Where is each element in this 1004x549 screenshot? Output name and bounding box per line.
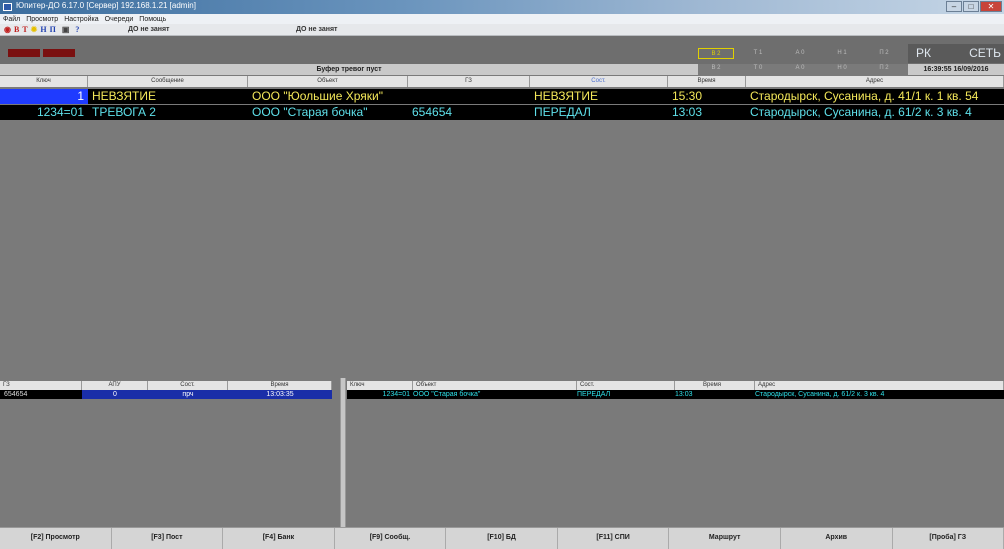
f10-db-button[interactable]: [F10] БД [446, 528, 558, 549]
lp-col-state[interactable]: Сост. [148, 381, 228, 390]
rp-col-state[interactable]: Сост. [577, 381, 675, 390]
help-icon[interactable]: ? [75, 25, 79, 34]
cell-time: 13:03 [672, 105, 703, 119]
menu-help[interactable]: Помощь [139, 16, 166, 23]
cell-address: Стародырск, Сусанина, д. 41/1 к. 1 кв. 5… [750, 89, 979, 103]
rk-label: РК [916, 46, 931, 60]
indicator-p: П 2 [879, 50, 889, 56]
sun-icon[interactable]: ✹ [31, 25, 38, 34]
toolbar-v-button[interactable]: В [14, 25, 19, 34]
f9-messages-button[interactable]: [F9] Сообщ. [335, 528, 447, 549]
indicator-v: В 2 [698, 48, 734, 59]
close-button[interactable]: ✕ [980, 1, 1002, 12]
indicator-row-2: В 2 Т 0 А 0 Н 0 П 2 [698, 63, 908, 74]
col-address[interactable]: Адрес [746, 76, 1004, 87]
toolbar: ◉ В Т ✹ Н П ▣ ? ДО не занят ДО не занят [0, 24, 1004, 36]
alarm-icon[interactable]: ◉ [4, 25, 11, 34]
cell-object: ООО "Юольшие Хряки" [252, 89, 383, 103]
cell-message: НЕВЗЯТИЕ [92, 89, 157, 103]
rp-cell-object: ООО "Старая бочка" [413, 391, 481, 398]
toolbar-p-button[interactable]: П [50, 25, 56, 34]
archive-button[interactable]: Архив [781, 528, 893, 549]
cell-object: ООО "Старая бочка" [252, 105, 368, 119]
cell-message: ТРЕВОГА 2 [92, 105, 156, 119]
col-object[interactable]: Объект [248, 76, 408, 87]
menu-settings[interactable]: Настройка [64, 16, 98, 23]
menu-file[interactable]: Файл [3, 16, 20, 23]
indicator-row-1: В 2 Т 1 А 0 Н 1 П 2 [698, 48, 908, 59]
col-state[interactable]: Сост. [530, 76, 668, 87]
bottom-panels [0, 378, 1004, 525]
panel-splitter[interactable] [340, 378, 346, 527]
rp-cell-address: Стародырск, Сусанина, д. 61/2 к. 3 кв. 4 [755, 391, 885, 398]
lp-col-gz[interactable]: ГЗ [0, 381, 82, 390]
rp-col-key[interactable]: Ключ [347, 381, 413, 390]
cell-gz: 654654 [412, 105, 453, 119]
lp-col-apu[interactable]: АПУ [82, 381, 148, 390]
app-icon [3, 3, 12, 11]
alarm-lamp-1 [8, 49, 40, 57]
operator-status-2: ДО не занят [296, 26, 338, 33]
col-key[interactable]: Ключ [0, 76, 88, 87]
indicator-a2: А 0 [795, 65, 805, 71]
alarm-buffer-banner: Буфер тревог пуст [0, 64, 698, 75]
cell-key: 1 [0, 89, 88, 104]
indicator-t: Т 1 [753, 50, 763, 56]
print-icon[interactable]: ▣ [62, 25, 70, 34]
f11-spi-button[interactable]: [F11] СПИ [558, 528, 670, 549]
alarm-lamp-2 [43, 49, 75, 57]
test-gz-button[interactable]: [Проба] ГЗ [893, 528, 1004, 549]
rp-col-address[interactable]: Адрес [755, 381, 1004, 390]
lp-cell-state[interactable]: прч [148, 390, 228, 399]
title-bar: Юпитер-ДО 6.17.0 [Сервер] 192.168.1.21 [… [0, 0, 1004, 14]
cell-time: 15:30 [672, 89, 703, 103]
table-row[interactable]: 1234=01 ТРЕВОГА 2 ООО "Старая бочка" 654… [0, 105, 1004, 120]
network-status: РК СЕТЬ [908, 44, 1004, 63]
menu-queues[interactable]: Очереди [105, 16, 134, 23]
operator-status-1: ДО не занят [128, 26, 170, 33]
rp-cell-key: 1234=01 [382, 391, 410, 398]
indicator-n2: Н 0 [837, 65, 847, 71]
route-button[interactable]: Маршрут [669, 528, 781, 549]
clock: 16:39:55 16/09/2016 [908, 64, 1004, 75]
rp-col-time[interactable]: Время [675, 381, 755, 390]
maximize-button[interactable]: □ [963, 1, 979, 12]
minimize-button[interactable]: – [946, 1, 962, 12]
toolbar-t-button[interactable]: Т [22, 25, 27, 34]
f4-bank-button[interactable]: [F4] Банк [223, 528, 335, 549]
window-title: Юпитер-ДО 6.17.0 [Сервер] 192.168.1.21 [… [16, 1, 196, 10]
rp-cell-time: 13:03 [675, 391, 693, 398]
f3-post-button[interactable]: [F3] Пост [112, 528, 224, 549]
col-time[interactable]: Время [668, 76, 746, 87]
cell-state: ПЕРЕДАЛ [534, 105, 591, 119]
rp-table-row[interactable]: 1234=01 ООО "Старая бочка" ПЕРЕДАЛ 13:03… [347, 390, 1004, 399]
menu-bar: Файл Просмотр Настройка Очереди Помощь [0, 14, 1004, 24]
table-row[interactable]: 1 НЕВЗЯТИЕ ООО "Юольшие Хряки" НЕВЗЯТИЕ … [0, 89, 1004, 104]
rp-cell-state: ПЕРЕДАЛ [577, 391, 611, 398]
lp-cell-gz[interactable]: 654654 [0, 390, 82, 399]
cell-gz [408, 89, 530, 104]
indicator-n: Н 1 [837, 50, 847, 56]
cell-state: НЕВЗЯТИЕ [534, 89, 599, 103]
net-label: СЕТЬ [969, 46, 1001, 60]
indicator-a: А 0 [795, 50, 805, 56]
lp-cell-apu[interactable]: 0 [82, 390, 148, 399]
indicator-v2: В 2 [711, 65, 721, 71]
col-gz[interactable]: ГЗ [408, 76, 530, 87]
rp-col-object[interactable]: Объект [413, 381, 577, 390]
indicator-t2: Т 0 [753, 65, 763, 71]
f2-view-button[interactable]: [F2] Просмотр [0, 528, 112, 549]
col-message[interactable]: Сообщение [88, 76, 248, 87]
cell-address: Стародырск, Сусанина, д. 61/2 к. 3 кв. 4 [750, 105, 972, 119]
lp-col-time[interactable]: Время [228, 381, 332, 390]
menu-view[interactable]: Просмотр [26, 16, 58, 23]
indicator-p2: П 2 [879, 65, 889, 71]
toolbar-n-button[interactable]: Н [40, 25, 46, 34]
lp-cell-time[interactable]: 13:03:35 [228, 390, 332, 399]
cell-key: 1234=01 [36, 105, 84, 119]
function-key-bar: [F2] Просмотр [F3] Пост [F4] Банк [F9] С… [0, 527, 1004, 549]
